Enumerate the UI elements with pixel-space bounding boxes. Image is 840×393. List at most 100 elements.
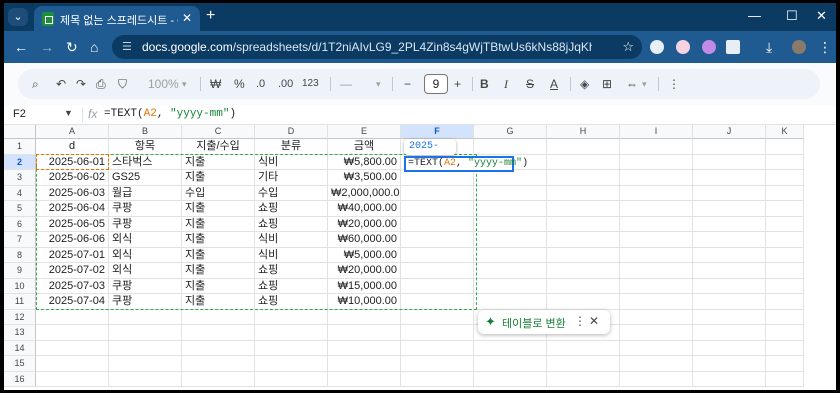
cell-k15[interactable] — [766, 356, 804, 372]
active-cell-editor[interactable]: =TEXT(A2, "yyyy-mm") — [404, 156, 528, 172]
extensions-puzzle-icon[interactable] — [726, 40, 740, 54]
cell-a14[interactable] — [36, 340, 109, 356]
cell-a7[interactable]: 2025-06-06 — [36, 232, 109, 248]
row-header-14[interactable]: 14 — [4, 340, 36, 356]
cell-j11[interactable] — [693, 294, 766, 310]
bookmark-star-icon[interactable]: ☆ — [622, 39, 634, 55]
cell-c2[interactable]: 지출 — [182, 154, 255, 170]
cell-f13[interactable] — [401, 325, 474, 341]
cell-i1[interactable] — [620, 139, 693, 155]
cell-b10[interactable]: 쿠팡 — [109, 278, 182, 294]
cell-c8[interactable]: 지출 — [182, 247, 255, 263]
column-header-d[interactable]: D — [255, 125, 328, 139]
cell-f3[interactable] — [401, 170, 474, 186]
column-header-k[interactable]: K — [766, 125, 804, 139]
cell-g8[interactable] — [474, 247, 547, 263]
cell-d15[interactable] — [255, 356, 328, 372]
cell-b9[interactable]: 외식 — [109, 263, 182, 279]
cell-b4[interactable]: 월급 — [109, 185, 182, 201]
cell-c5[interactable]: 지출 — [182, 201, 255, 217]
cell-k10[interactable] — [766, 278, 804, 294]
cell-k1[interactable] — [766, 139, 804, 155]
cell-d1[interactable]: 분류 — [255, 139, 328, 155]
new-tab-button[interactable]: + — [206, 7, 215, 25]
cell-c6[interactable]: 지출 — [182, 216, 255, 232]
cell-d5[interactable]: 쇼핑 — [255, 201, 328, 217]
cell-f8[interactable] — [401, 247, 474, 263]
row-header-7[interactable]: 7 — [4, 232, 36, 248]
cell-j16[interactable] — [693, 371, 766, 387]
cell-k7[interactable] — [766, 232, 804, 248]
cell-k3[interactable] — [766, 170, 804, 186]
cell-i5[interactable] — [620, 201, 693, 217]
percent-format-button[interactable]: % — [234, 76, 245, 92]
cell-f11[interactable] — [401, 294, 474, 310]
browser-menu-icon[interactable]: ⋮ — [818, 39, 832, 55]
cell-b16[interactable] — [109, 371, 182, 387]
cell-j6[interactable] — [693, 216, 766, 232]
row-header-12[interactable]: 12 — [4, 309, 36, 325]
cell-f7[interactable] — [401, 232, 474, 248]
cell-g10[interactable] — [474, 278, 547, 294]
cell-a12[interactable] — [36, 309, 109, 325]
increase-font-size-button[interactable]: + — [454, 76, 461, 92]
cell-k5[interactable] — [766, 201, 804, 217]
extension-profile-icon[interactable] — [702, 40, 716, 54]
bold-button[interactable]: B — [480, 76, 489, 92]
cell-d2[interactable]: 식비 — [255, 154, 328, 170]
redo-icon[interactable]: ↷ — [76, 76, 86, 92]
cell-c3[interactable]: 지출 — [182, 170, 255, 186]
cell-d9[interactable]: 쇼핑 — [255, 263, 328, 279]
cell-e12[interactable] — [328, 309, 401, 325]
strikethrough-button[interactable]: S — [526, 76, 534, 92]
cell-j2[interactable] — [693, 154, 766, 170]
cell-c15[interactable] — [182, 356, 255, 372]
cell-c11[interactable]: 지출 — [182, 294, 255, 310]
cell-a3[interactable]: 2025-06-02 — [36, 170, 109, 186]
cell-c4[interactable]: 수입 — [182, 185, 255, 201]
cell-j8[interactable] — [693, 247, 766, 263]
formula-input[interactable]: =TEXT(A2, "yyyy-mm") — [104, 108, 236, 120]
cell-j7[interactable] — [693, 232, 766, 248]
cell-g16[interactable] — [474, 371, 547, 387]
font-chevron-icon[interactable]: ▾ — [376, 76, 381, 92]
cell-g4[interactable] — [474, 185, 547, 201]
tab-close-icon[interactable]: ✕ — [182, 11, 192, 25]
decrease-decimal-button[interactable]: .0 — [256, 76, 265, 92]
merge-chevron-icon[interactable]: ▾ — [642, 76, 647, 92]
column-header-i[interactable]: I — [620, 125, 693, 139]
cell-e16[interactable] — [328, 371, 401, 387]
cell-d13[interactable] — [255, 325, 328, 341]
fill-color-icon[interactable]: ◈ — [580, 76, 589, 92]
search-menus-icon[interactable]: ⌕ — [32, 76, 39, 92]
cell-i15[interactable] — [620, 356, 693, 372]
cell-i8[interactable] — [620, 247, 693, 263]
cell-c16[interactable] — [182, 371, 255, 387]
cell-j10[interactable] — [693, 278, 766, 294]
cell-g1[interactable] — [474, 139, 547, 155]
cell-e9[interactable]: ₩20,000.00 — [328, 263, 401, 279]
cell-e10[interactable]: ₩15,000.00 — [328, 278, 401, 294]
cell-h3[interactable] — [547, 170, 620, 186]
cell-i4[interactable] — [620, 185, 693, 201]
cell-g15[interactable] — [474, 356, 547, 372]
convert-to-table-label[interactable]: 테이블로 변환 — [502, 315, 566, 331]
site-info-icon[interactable]: ☰ — [122, 40, 132, 53]
cell-d16[interactable] — [255, 371, 328, 387]
cell-k9[interactable] — [766, 263, 804, 279]
cell-j12[interactable] — [693, 309, 766, 325]
cell-k16[interactable] — [766, 371, 804, 387]
cell-h8[interactable] — [547, 247, 620, 263]
select-all-corner[interactable] — [4, 125, 36, 139]
cell-h11[interactable] — [547, 294, 620, 310]
zoom-select[interactable]: 100% — [148, 76, 179, 92]
cell-g3[interactable] — [474, 170, 547, 186]
cell-h6[interactable] — [547, 216, 620, 232]
cell-a8[interactable]: 2025-07-01 — [36, 247, 109, 263]
cell-d10[interactable]: 쇼핑 — [255, 278, 328, 294]
cell-j9[interactable] — [693, 263, 766, 279]
cell-j13[interactable] — [693, 325, 766, 341]
download-icon[interactable]: ⤓ — [766, 39, 772, 55]
cell-i16[interactable] — [620, 371, 693, 387]
cell-h7[interactable] — [547, 232, 620, 248]
